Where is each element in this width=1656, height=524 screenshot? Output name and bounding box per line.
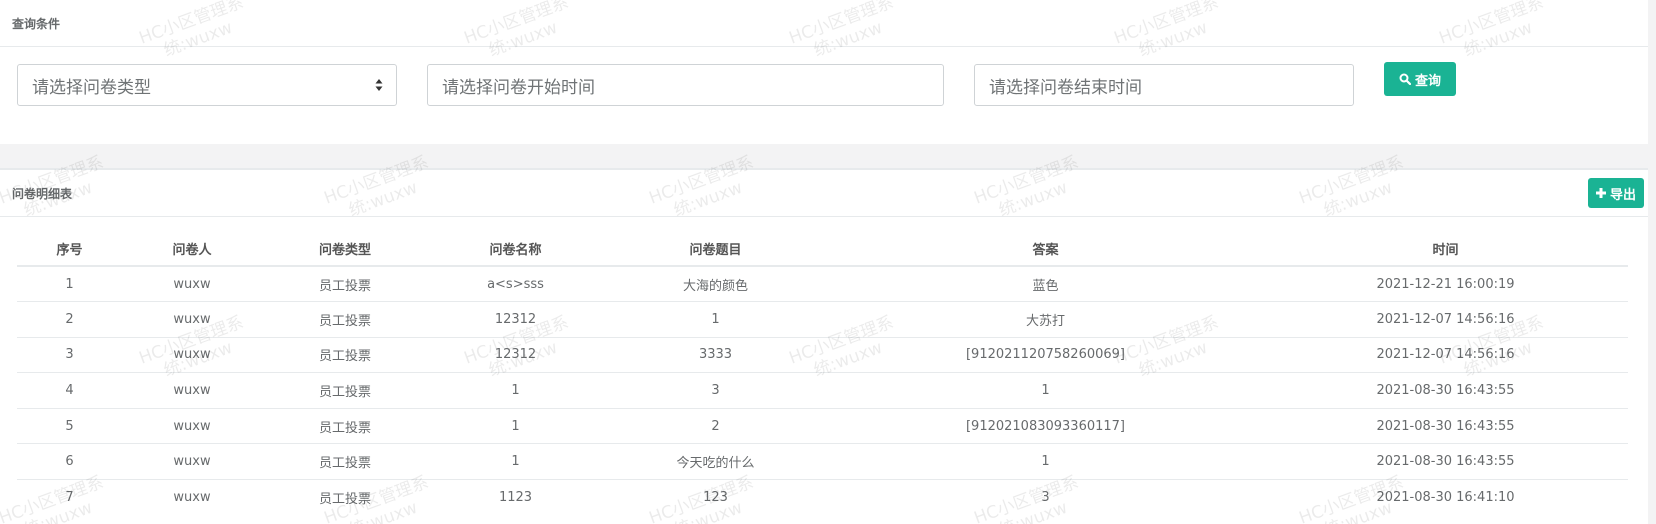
end-time-input[interactable]: 请选择问卷结束时间 [974, 64, 1354, 106]
questionnaire-detail-panel: 问卷明细表 导出 序号 问卷人 问卷类型 问卷名称 问卷题目 答案 时间 1 wu… [0, 168, 1648, 524]
questionnaire-type-select[interactable]: 请选择问卷类型 [17, 64, 397, 106]
column-header: 问卷名称 [428, 232, 603, 267]
table-cell: 12312 [428, 301, 603, 338]
table-cell: wuxw [122, 372, 262, 409]
table-cell: 员工投票 [262, 301, 428, 338]
table-row: 3 wuxw 员工投票 12312 3333 [912021120758260069] 20… [17, 336, 1628, 373]
query-panel-header: 查询条件 [0, 0, 1648, 47]
table-row: 5 wuxw 员工投票 1 2 [912021083093360117] 2021-08-3… [17, 407, 1628, 444]
table-cell: 1 [828, 443, 1263, 480]
search-button-label: 查询 [1414, 73, 1441, 89]
table-row: 1 wuxw 员工投票 a<s>sss 大海的颜色 蓝色 2021-12-21 16:00:… [17, 265, 1628, 302]
table-cell: 123 [603, 479, 828, 516]
table-cell: 大苏打 [828, 301, 1263, 338]
table-cell: 1 [428, 407, 603, 444]
table-cell: 员工投票 [262, 336, 428, 373]
plus-icon [1595, 188, 1606, 198]
table-cell: 1 [603, 301, 828, 338]
table-cell: 蓝色 [828, 265, 1263, 302]
table-cell: wuxw [122, 443, 262, 480]
table-cell: wuxw [122, 407, 262, 444]
start-time-input[interactable]: 请选择问卷开始时间 [427, 64, 944, 106]
table-cell: 员工投票 [262, 372, 428, 409]
list-panel-title: 问卷明细表 [12, 186, 73, 201]
table-cell: 2021-08-30 16:43:55 [1263, 372, 1628, 409]
sort-arrows-icon [375, 79, 383, 91]
table-cell: 2 [17, 301, 122, 338]
table-cell: 2 [603, 407, 828, 444]
search-icon [1399, 73, 1411, 85]
table-cell: 3333 [603, 336, 828, 373]
table-cell: 1 [828, 372, 1263, 409]
table-cell: wuxw [122, 301, 262, 338]
search-button[interactable]: 查询 [1384, 62, 1456, 96]
query-panel: 查询条件 请选择问卷类型 请选择问卷开始时间 请选择问卷结束时间 查询 [0, 0, 1648, 144]
table-cell: [912021083093360117] [828, 407, 1263, 444]
table-cell: 2021-08-30 16:43:55 [1263, 443, 1628, 480]
column-header: 问卷类型 [262, 232, 428, 267]
table-cell: 3 [603, 372, 828, 409]
table-cell: wuxw [122, 336, 262, 373]
column-header: 序号 [17, 232, 122, 267]
table-cell: 2021-12-07 14:56:16 [1263, 336, 1628, 373]
column-header: 问卷人 [122, 232, 262, 267]
table-cell: 大海的颜色 [603, 265, 828, 302]
table-cell: 员工投票 [262, 265, 428, 302]
table-cell: 1 [428, 372, 603, 409]
questionnaire-table: 序号 问卷人 问卷类型 问卷名称 问卷题目 答案 时间 1 wuxw 员工投票 a<s… [17, 232, 1628, 516]
table-row: 4 wuxw 员工投票 1 3 1 2021-08-30 16:43:55 [17, 372, 1628, 409]
table-row: 2 wuxw 员工投票 12312 1 大苏打 2021-12-07 14:56:16 [17, 301, 1628, 338]
table-cell: 3 [17, 336, 122, 373]
table-row: 6 wuxw 员工投票 1 今天吃的什么 1 2021-08-30 16:43:55 [17, 443, 1628, 480]
table-cell: 4 [17, 372, 122, 409]
table-cell: 5 [17, 407, 122, 444]
questionnaire-type-placeholder: 请选择问卷类型 [32, 77, 151, 98]
table-cell: 今天吃的什么 [603, 443, 828, 480]
end-time-placeholder: 请选择问卷结束时间 [989, 77, 1142, 98]
table-cell: 3 [828, 479, 1263, 516]
table-cell: 2021-08-30 16:41:10 [1263, 479, 1628, 516]
table-cell: 员工投票 [262, 407, 428, 444]
table-cell: 员工投票 [262, 443, 428, 480]
column-header: 答案 [828, 232, 1263, 267]
query-form: 请选择问卷类型 请选择问卷开始时间 请选择问卷结束时间 查询 [0, 47, 1648, 143]
table-cell: [912021120758260069] [828, 336, 1263, 373]
list-panel-header: 问卷明细表 导出 [0, 170, 1648, 217]
table-cell: wuxw [122, 265, 262, 302]
query-panel-title: 查询条件 [12, 16, 61, 31]
export-button[interactable]: 导出 [1588, 178, 1644, 208]
table-cell: 1 [17, 265, 122, 302]
column-header: 问卷题目 [603, 232, 828, 267]
table-cell: 7 [17, 479, 122, 516]
export-button-label: 导出 [1609, 187, 1636, 203]
column-header: 时间 [1263, 232, 1628, 267]
table-cell: a<s>sss [428, 265, 603, 302]
table-cell: 2021-08-30 16:43:55 [1263, 407, 1628, 444]
start-time-placeholder: 请选择问卷开始时间 [442, 77, 595, 98]
table-cell: 12312 [428, 336, 603, 373]
table-cell: 2021-12-07 14:56:16 [1263, 301, 1628, 338]
table-cell: 6 [17, 443, 122, 480]
table-row: 7 wuxw 员工投票 1123 123 3 2021-08-30 16:41:10 [17, 479, 1628, 516]
table-cell: wuxw [122, 479, 262, 516]
table-header-row: 序号 问卷人 问卷类型 问卷名称 问卷题目 答案 时间 [17, 232, 1628, 267]
table-cell: 1 [428, 443, 603, 480]
table-cell: 2021-12-21 16:00:19 [1263, 265, 1628, 302]
table-cell: 1123 [428, 479, 603, 516]
table-cell: 员工投票 [262, 479, 428, 516]
